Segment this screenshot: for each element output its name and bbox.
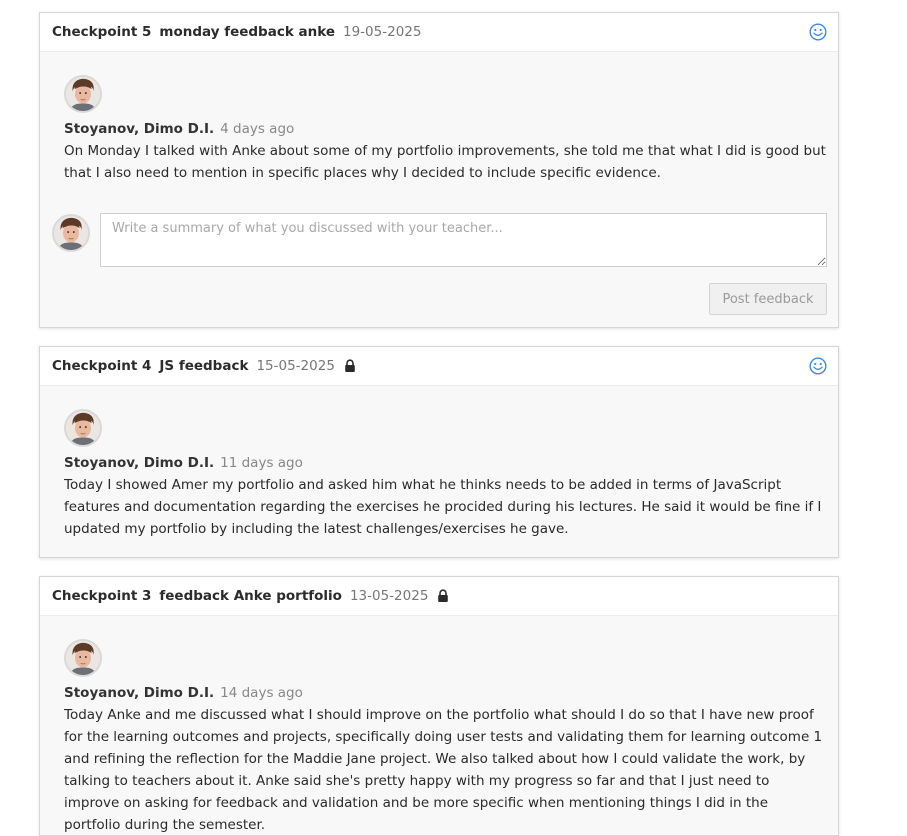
author-name: Stoyanov, Dimo D.I. <box>64 455 215 471</box>
time-ago: 4 days ago <box>220 121 295 137</box>
author-name: Stoyanov, Dimo D.I. <box>64 121 215 137</box>
feedback-text: Today Anke and me discussed what I shoul… <box>64 707 823 833</box>
avatar <box>64 409 102 447</box>
checkpoint-date: 15-05-2025 <box>256 358 335 374</box>
feedback-entry: Stoyanov, Dimo D.I. 4 days ago On Monday … <box>64 75 828 184</box>
feedback-text: Today I showed Amer my portfolio and ask… <box>64 477 822 537</box>
checkpoint-card: Checkpoint 5 monday feedback anke 19-05-… <box>39 12 839 328</box>
feedback-summary-input[interactable] <box>100 213 827 267</box>
feedback-meta: Stoyanov, Dimo D.I. 11 days ago <box>64 455 828 471</box>
feedback-text: On Monday I talked with Anke about some … <box>64 143 826 181</box>
checkpoint-name: JS feedback <box>159 358 249 374</box>
feedback-meta: Stoyanov, Dimo D.I. 4 days ago <box>64 121 828 137</box>
feedback-entry: Stoyanov, Dimo D.I. 14 days ago Today Ank… <box>64 639 828 836</box>
feedback-entry: Stoyanov, Dimo D.I. 11 days ago Today I s… <box>64 409 828 540</box>
checkpoint-date: 13-05-2025 <box>349 588 429 604</box>
checkpoint-header: Checkpoint 3 feedback Anke portfolio 13-… <box>40 577 838 616</box>
avatar <box>64 75 102 113</box>
checkpoint-card: Checkpoint 3 feedback Anke portfolio 13-… <box>39 576 839 836</box>
lock-icon <box>344 359 356 373</box>
checkpoint-name: feedback Anke portfolio <box>159 588 342 604</box>
checkpoint-card: Checkpoint 4 JS feedback 15-05-2025 Stoy… <box>39 346 839 558</box>
time-ago: 14 days ago <box>220 685 303 701</box>
checkpoint-label: Checkpoint 5 <box>52 24 152 40</box>
avatar <box>64 639 102 677</box>
smiley-icon[interactable] <box>809 357 827 379</box>
checkpoint-name: monday feedback anke <box>159 24 335 40</box>
avatar <box>52 214 90 252</box>
checkpoint-header: Checkpoint 4 JS feedback 15-05-2025 <box>40 347 838 386</box>
checkpoint-date: 19-05-2025 <box>343 24 422 40</box>
checkpoint-label: Checkpoint 4 <box>52 358 152 374</box>
smiley-icon[interactable] <box>809 23 827 45</box>
time-ago: 11 days ago <box>220 455 303 471</box>
author-name: Stoyanov, Dimo D.I. <box>64 685 215 701</box>
post-feedback-button[interactable]: Post feedback <box>709 283 827 315</box>
lock-icon <box>437 589 449 603</box>
checkpoint-label: Checkpoint 3 <box>52 588 152 604</box>
checkpoint-header: Checkpoint 5 monday feedback anke 19-05-… <box>40 13 838 52</box>
feedback-meta: Stoyanov, Dimo D.I. 14 days ago <box>64 685 828 701</box>
